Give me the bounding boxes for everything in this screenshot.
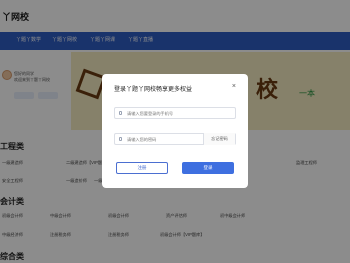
register-button[interactable]: 注册 bbox=[116, 162, 168, 174]
login-button[interactable]: 登录 bbox=[182, 162, 234, 174]
password-input[interactable] bbox=[127, 136, 207, 143]
phone-field bbox=[114, 107, 236, 119]
close-icon[interactable]: × bbox=[232, 83, 236, 90]
login-modal: 登录丫题丫网校畅享更多权益 × 忘记密码 注册 登录 bbox=[102, 74, 248, 188]
phone-icon bbox=[119, 111, 122, 115]
modal-title: 登录丫题丫网校畅享更多权益 bbox=[114, 87, 193, 93]
forgot-password-button[interactable]: 忘记密码 bbox=[203, 133, 235, 145]
phone-input[interactable] bbox=[127, 110, 207, 117]
lock-icon bbox=[119, 137, 122, 141]
password-field: 忘记密码 bbox=[114, 133, 236, 145]
